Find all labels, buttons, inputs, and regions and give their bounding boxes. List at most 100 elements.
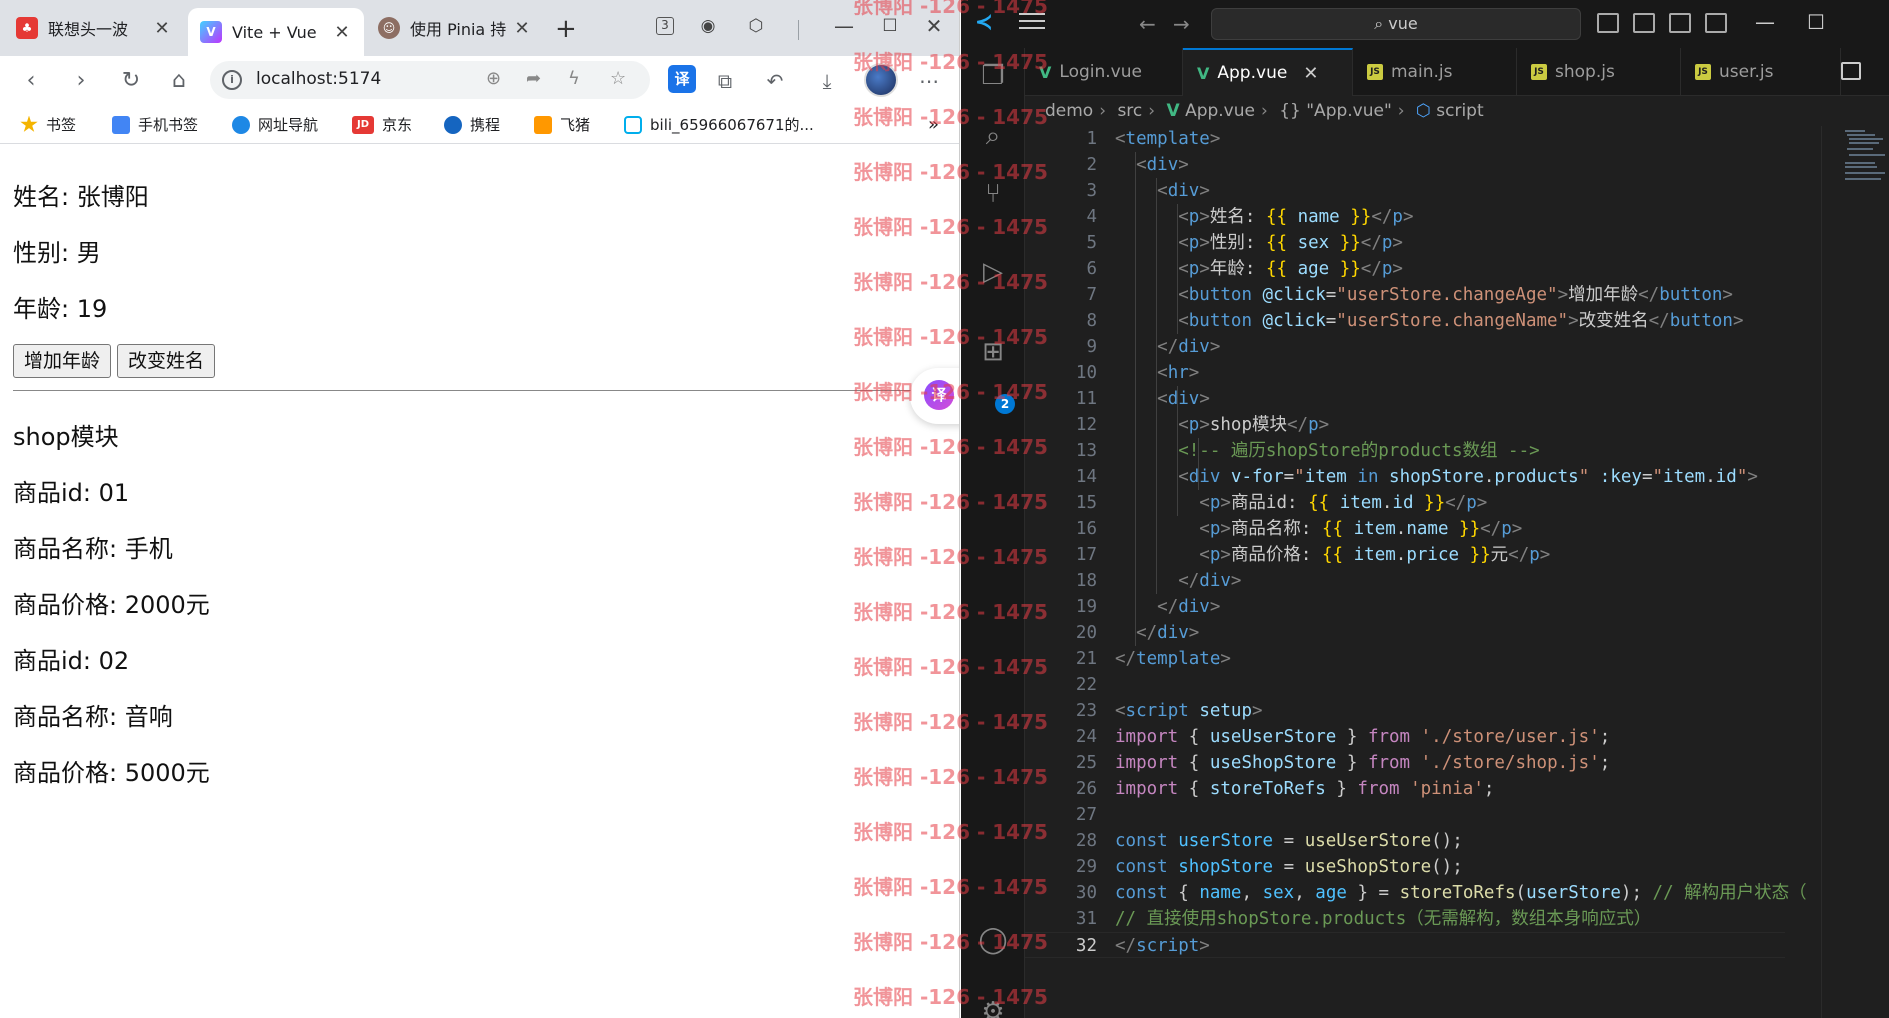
address-bar[interactable]: i localhost:5174 ⊕ ➦ ϟ ☆ <box>210 61 650 99</box>
line-number: 7 <box>1086 285 1097 305</box>
product-price: 商品价格: 5000元 <box>13 759 210 787</box>
code-editor[interactable]: 1 <template> 2 <div> 3 <div> 4 <p>姓名: {{ … <box>1025 126 1807 1018</box>
breadcrumb-item[interactable]: {} "App.vue" <box>1279 101 1392 121</box>
line-number: 26 <box>1075 779 1097 799</box>
tab-favicon-icon: ☺ <box>378 17 400 39</box>
bookmark-label: 网址导航 <box>258 116 319 134</box>
code-line: <hr> <box>1157 363 1200 383</box>
code-line: import { storeToRefs } from 'pinia'; <box>1115 779 1495 799</box>
floating-translate-button[interactable]: 译 <box>910 368 959 424</box>
extensions-badge: 2 <box>995 394 1015 414</box>
zoom-icon[interactable]: ⊕ <box>486 68 501 89</box>
command-center-search[interactable]: ⌕ vue <box>1211 8 1581 40</box>
search-text: vue <box>1388 14 1418 33</box>
bookmark-label: bili_65966067671的... <box>650 116 814 134</box>
bookmark-item[interactable]: 手机书签 <box>112 114 198 135</box>
profile-avatar[interactable] <box>864 63 898 97</box>
extensions-puzzle-icon[interactable]: ⧉ <box>710 66 740 96</box>
vue-file-icon: V <box>1039 62 1052 82</box>
toggle-secondary-sidebar-icon[interactable] <box>1669 13 1691 33</box>
browser-tab[interactable]: ♣ 联想头一波 ✕ <box>4 8 184 48</box>
download-icon[interactable]: ⤓ <box>812 66 842 96</box>
split-editor-icon[interactable] <box>1841 62 1861 80</box>
toggle-panel-icon[interactable] <box>1633 13 1655 33</box>
tab-shop-js[interactable]: JS shop.js <box>1517 48 1681 96</box>
tab-app-vue[interactable]: V App.vue ✕ <box>1183 48 1353 96</box>
code-line: import { useUserStore } from './store/us… <box>1115 727 1611 747</box>
extensions-icon[interactable]: ⊞ <box>977 336 1009 368</box>
bookmark-item[interactable]: 网址导航 <box>232 114 318 135</box>
line-number: 30 <box>1075 883 1097 903</box>
close-tab-icon[interactable]: ✕ <box>1303 63 1318 84</box>
tab-main-js[interactable]: JS main.js <box>1353 48 1517 96</box>
close-window-icon[interactable]: ✕ <box>922 14 946 38</box>
bookmark-item[interactable]: bili_65966067671的... <box>624 114 814 135</box>
source-control-icon[interactable]: ⑂ <box>977 178 1009 210</box>
home-icon[interactable]: ⌂ <box>164 66 194 96</box>
star-icon <box>20 115 38 132</box>
nav-back-icon[interactable]: ← <box>1139 12 1156 36</box>
ctrip-icon <box>444 115 462 134</box>
close-tab-icon[interactable]: ✕ <box>332 22 352 43</box>
user-sex: 性别: 男 <box>13 239 101 267</box>
tab-login-vue[interactable]: V Login.vue <box>1025 48 1183 96</box>
close-tab-icon[interactable]: ✕ <box>152 18 172 39</box>
bookmark-item[interactable]: 书签 <box>20 114 76 135</box>
run-debug-icon[interactable]: ▷ <box>977 256 1009 288</box>
bookmark-item[interactable]: 携程 <box>444 114 500 135</box>
minimap[interactable] <box>1841 126 1887 186</box>
code-line: </script> <box>1115 936 1210 956</box>
forward-icon[interactable]: › <box>66 66 96 96</box>
back-icon[interactable]: ‹ <box>16 66 46 96</box>
breadcrumb-item[interactable]: App.vue <box>1185 101 1255 121</box>
vue-file-icon: V <box>1197 63 1210 83</box>
bookmark-label: 手机书签 <box>138 116 199 134</box>
explorer-icon[interactable]: ❐ <box>977 60 1009 92</box>
editor-scrollbar[interactable] <box>1821 126 1822 1018</box>
nav-forward-icon[interactable]: → <box>1173 12 1190 36</box>
product-id: 商品id: 01 <box>13 479 130 507</box>
bookmarks-overflow-icon[interactable]: » <box>928 114 939 135</box>
translate-button[interactable]: 译 <box>668 65 696 93</box>
menu-more-icon[interactable]: ⋯ <box>914 66 944 96</box>
code-line: const userStore = useUserStore(); <box>1115 831 1463 851</box>
undo-icon[interactable]: ↶ <box>760 66 790 96</box>
lightning-icon[interactable]: ϟ <box>568 68 580 89</box>
bookmark-item[interactable]: 飞猪 <box>534 114 590 135</box>
tab-user-js[interactable]: JS user.js <box>1681 48 1841 96</box>
add-age-button[interactable]: 增加年龄 <box>13 344 112 378</box>
line-number: 11 <box>1075 389 1097 409</box>
incognito-icon[interactable]: ◉ <box>696 14 720 38</box>
search-icon[interactable]: ⌕ <box>977 120 1009 152</box>
line-number: 16 <box>1075 519 1097 539</box>
minimize-icon[interactable]: — <box>1755 10 1775 34</box>
site-info-icon[interactable]: i <box>222 70 242 90</box>
maximize-icon[interactable]: ☐ <box>1807 10 1825 34</box>
new-tab-button[interactable]: + <box>555 14 577 44</box>
customize-layout-icon[interactable] <box>1705 13 1727 33</box>
menu-hamburger-icon[interactable] <box>1019 13 1045 33</box>
toggle-sidebar-icon[interactable] <box>1597 13 1619 33</box>
maximize-icon[interactable]: ☐ <box>878 14 902 38</box>
account-icon[interactable]: ◯ <box>977 924 1009 956</box>
minimize-icon[interactable]: — <box>832 14 856 38</box>
change-name-button[interactable]: 改变姓名 <box>117 344 216 378</box>
breadcrumb-item[interactable]: src <box>1117 101 1142 121</box>
tab-count-icon[interactable]: 3 <box>656 17 674 35</box>
settings-gear-icon[interactable]: ⚙ <box>977 996 1009 1018</box>
browser-tab-strip: ♣ 联想头一波 ✕ V Vite + Vue ✕ ☺ 使用 Pinia 持久 ✕… <box>0 0 959 56</box>
browser-tab-active[interactable]: V Vite + Vue ✕ <box>188 8 364 56</box>
bookmark-item[interactable]: JD 京东 <box>352 114 412 135</box>
extension-icon[interactable]: ⬡ <box>744 14 768 38</box>
share-icon[interactable]: ➦ <box>526 68 541 89</box>
code-line: <script setup> <box>1115 701 1263 721</box>
breadcrumb-item[interactable]: script <box>1436 101 1483 121</box>
browser-tab[interactable]: ☺ 使用 Pinia 持久 ✕ <box>366 8 544 48</box>
translate-icon: 译 <box>924 380 954 410</box>
breadcrumb: demo › src › V App.vue › {} "App.vue" › ⬡ sc… <box>1045 101 1484 121</box>
close-tab-icon[interactable]: ✕ <box>512 18 532 39</box>
code-line: <button @click="userStore.changeName">改变… <box>1178 311 1744 331</box>
breadcrumb-item[interactable]: demo <box>1045 101 1093 121</box>
bookmark-star-icon[interactable]: ☆ <box>610 68 626 89</box>
reload-icon[interactable]: ↻ <box>116 66 146 96</box>
